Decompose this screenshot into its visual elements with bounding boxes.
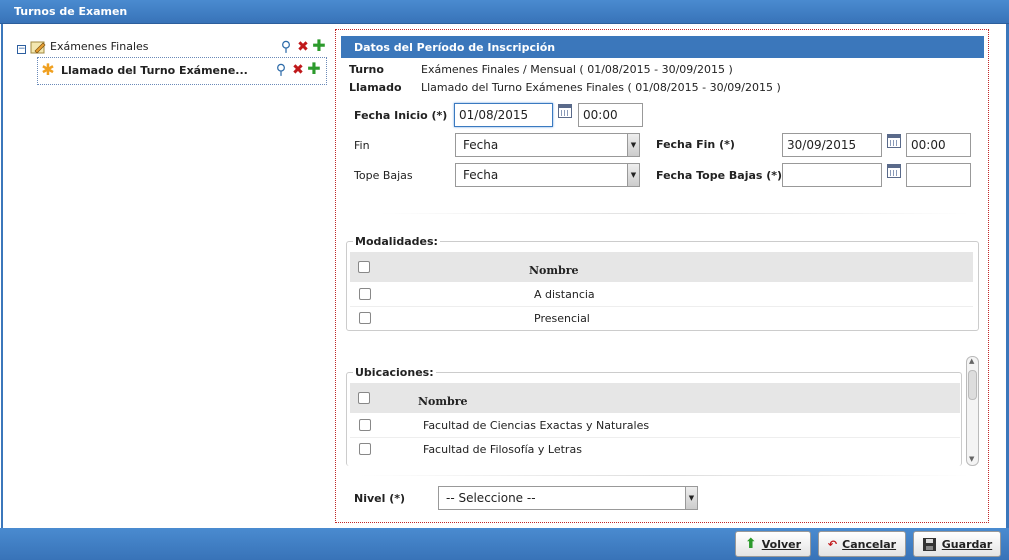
search-icon[interactable]: ⚲ xyxy=(274,63,288,77)
table-row: A distancia xyxy=(534,288,595,301)
llamado-label: Llamado xyxy=(349,81,402,94)
delete-icon[interactable]: ✖ xyxy=(291,63,305,77)
tope-bajas-select[interactable]: Fecha ▼ xyxy=(455,163,640,187)
table-row: Presencial xyxy=(534,312,590,325)
add-icon[interactable]: ✚ xyxy=(312,38,326,54)
tree-panel xyxy=(0,24,333,528)
cancelar-button[interactable]: ↶ Cancelar xyxy=(818,531,906,557)
divider xyxy=(360,475,970,476)
tope-bajas-select-value: Fecha xyxy=(463,168,499,182)
tree-item-llamado[interactable]: Llamado del Turno Exámene... xyxy=(61,64,248,77)
cancelar-button-label: Cancelar xyxy=(842,537,897,551)
fecha-fin-label: Fecha Fin (*) xyxy=(656,138,735,151)
column-header-nombre: Nombre xyxy=(529,264,579,277)
table-row: Facultad de Filosofía y Letras xyxy=(423,443,582,456)
chevron-down-icon: ▼ xyxy=(627,134,639,156)
guardar-button[interactable]: Guardar xyxy=(913,531,1001,557)
panel-header: Datos del Período de Inscripción xyxy=(341,36,984,58)
guardar-button-label: Guardar xyxy=(941,537,993,551)
nivel-label: Nivel (*) xyxy=(354,492,406,505)
table-row-checkbox[interactable] xyxy=(359,419,371,431)
add-icon[interactable]: ✚ xyxy=(307,61,321,77)
scroll-thumb[interactable] xyxy=(968,370,977,400)
calendar-icon[interactable] xyxy=(887,164,901,178)
volver-button[interactable]: ⬆ Volver xyxy=(735,531,811,557)
folder-edit-icon xyxy=(30,41,46,54)
hora-fin-input[interactable]: 00:00 xyxy=(906,133,971,157)
table-row-checkbox[interactable] xyxy=(359,312,371,324)
fin-select-value: Fecha xyxy=(463,138,499,152)
tree-collapse-toggle[interactable]: − xyxy=(17,45,26,54)
window-title: Turnos de Examen xyxy=(14,5,128,18)
hora-inicio-input[interactable]: 00:00 xyxy=(578,103,643,127)
chevron-down-icon: ▼ xyxy=(627,164,639,186)
hora-tope-bajas-input[interactable] xyxy=(906,163,971,187)
fecha-fin-input[interactable]: 30/09/2015 xyxy=(782,133,882,157)
arrow-up-icon: ⬆ xyxy=(744,536,757,552)
fecha-tope-bajas-label: Fecha Tope Bajas (*) xyxy=(656,169,783,182)
select-all-checkbox[interactable] xyxy=(358,261,370,273)
row-divider xyxy=(350,437,960,438)
fecha-tope-bajas-input[interactable] xyxy=(782,163,882,187)
turno-label: Turno xyxy=(349,63,384,76)
select-all-checkbox[interactable] xyxy=(358,392,370,404)
table-row: Facultad de Ciencias Exactas y Naturales xyxy=(423,419,650,432)
calendar-icon[interactable] xyxy=(887,134,901,148)
fecha-inicio-label: Fecha Inicio (*) xyxy=(354,109,448,122)
panel-title: Datos del Período de Inscripción xyxy=(354,41,556,54)
scroll-up-icon[interactable]: ▲ xyxy=(969,357,974,365)
window-titlebar: Turnos de Examen xyxy=(0,0,1009,24)
modalidades-table-header xyxy=(350,252,973,282)
undo-icon: ↶ xyxy=(827,537,838,551)
tope-bajas-label: Tope Bajas xyxy=(354,169,413,182)
delete-icon[interactable]: ✖ xyxy=(296,40,310,54)
nivel-select-value: -- Seleccione -- xyxy=(446,491,536,505)
footer-bar: ⬆ Volver ↶ Cancelar Guardar xyxy=(0,528,1009,560)
asterisk-icon: ✱ xyxy=(41,60,55,79)
nivel-select[interactable]: -- Seleccione -- ▼ xyxy=(438,486,698,510)
search-icon[interactable]: ⚲ xyxy=(279,40,293,54)
llamado-value: Llamado del Turno Exámenes Finales ( 01/… xyxy=(421,81,781,94)
divider xyxy=(380,213,970,214)
fin-select[interactable]: Fecha ▼ xyxy=(455,133,640,157)
chevron-down-icon: ▼ xyxy=(685,487,697,509)
fin-label: Fin xyxy=(354,139,370,152)
ubicaciones-legend: Ubicaciones: xyxy=(353,366,436,379)
fecha-inicio-input[interactable]: 01/08/2015 xyxy=(454,103,553,127)
row-divider xyxy=(350,306,973,307)
tree-item-examenes-finales[interactable]: Exámenes Finales xyxy=(50,40,149,53)
calendar-icon[interactable] xyxy=(558,104,572,118)
modalidades-legend: Modalidades: xyxy=(353,235,440,248)
turno-value: Exámenes Finales / Mensual ( 01/08/2015 … xyxy=(421,63,733,76)
scroll-down-icon[interactable]: ▼ xyxy=(969,455,974,463)
column-header-nombre: Nombre xyxy=(418,395,468,408)
volver-button-label: Volver xyxy=(761,537,802,551)
save-icon xyxy=(922,537,936,551)
table-row-checkbox[interactable] xyxy=(359,288,371,300)
table-row-checkbox[interactable] xyxy=(359,443,371,455)
